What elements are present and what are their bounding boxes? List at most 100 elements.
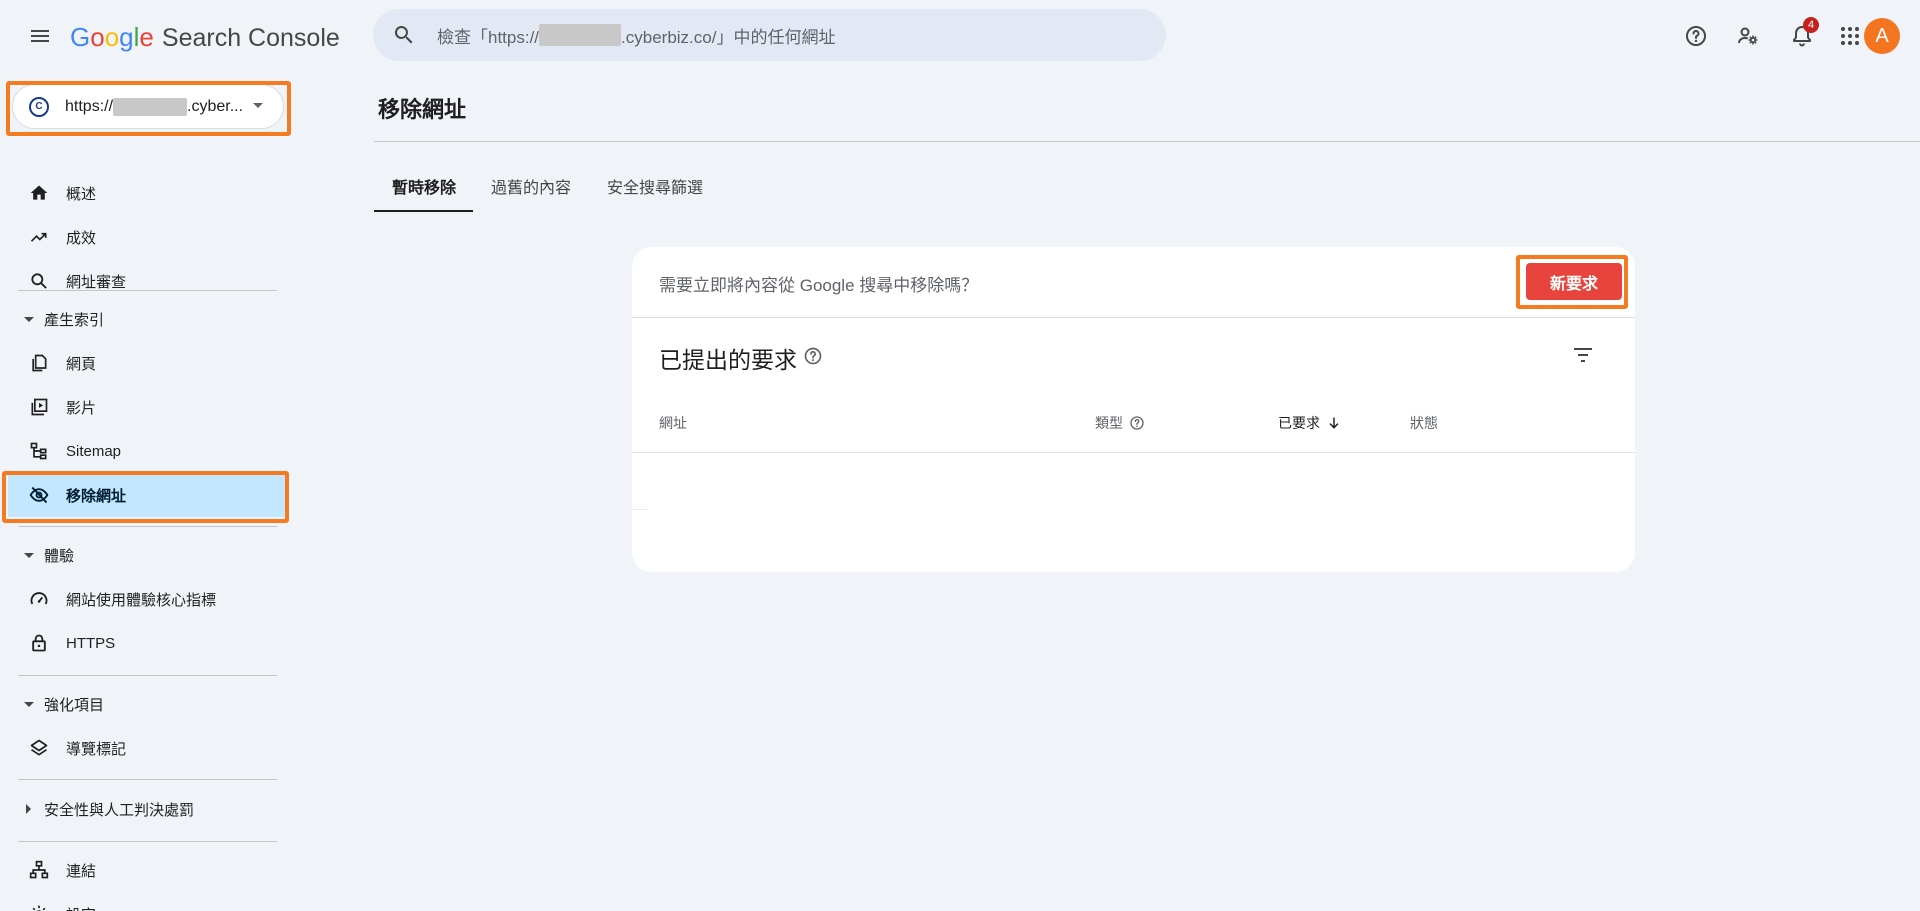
menu-button[interactable]: [20, 16, 60, 56]
table-header-divider: [632, 452, 1635, 453]
sidebar-item-label: 成效: [66, 229, 97, 247]
product-name: Search Console: [161, 24, 340, 52]
sidebar-section-security[interactable]: 安全性與人工判決處罰: [0, 791, 285, 827]
sidebar-divider: [18, 675, 277, 676]
tab-outdated-content[interactable]: 過舊的內容: [473, 160, 589, 212]
search-placeholder-prefix: 檢查「https://: [437, 27, 540, 47]
property-selector[interactable]: C https:// .cyber...: [12, 84, 284, 129]
column-label: 類型: [1095, 415, 1123, 431]
filter-icon: [1574, 348, 1592, 362]
sidebar-divider: [18, 779, 277, 780]
logo-letter: o: [90, 22, 105, 52]
help-button[interactable]: [1676, 16, 1716, 56]
property-url-suffix: .cyber...: [187, 97, 244, 115]
sidebar-item-links[interactable]: 連結: [0, 848, 285, 892]
property-favicon: C: [29, 96, 49, 117]
apps-icon: [1841, 27, 1859, 45]
column-header-url[interactable]: 網址: [659, 413, 687, 433]
sidebar-section-indexing[interactable]: 產生索引: [0, 301, 285, 337]
filter-button[interactable]: [1567, 339, 1599, 371]
sidebar-item-removals[interactable]: 移除網址: [8, 473, 285, 517]
sidebar-item-label: 移除網址: [66, 487, 127, 505]
video-pages-icon: [28, 396, 50, 418]
column-header-status[interactable]: 狀態: [1410, 413, 1438, 433]
sidebar-item-url-inspection[interactable]: 網址審查: [0, 259, 285, 303]
logo-letter: o: [104, 22, 120, 52]
sidebar-item-overview[interactable]: 概述: [0, 171, 285, 215]
chevron-down-icon: [253, 103, 263, 108]
sidebar-item-videos[interactable]: 影片: [0, 385, 285, 429]
google-search-console-logo[interactable]: Google Search Console: [70, 22, 340, 52]
sidebar-section-label: 體驗: [44, 547, 75, 565]
search-placeholder-suffix: .cyberbiz.co/」中的任何網址: [621, 27, 836, 47]
sidebar-item-label: 概述: [66, 185, 97, 203]
sidebar-item-label: 網址審查: [66, 273, 127, 291]
top-app-bar: Google Search Console 檢查「https:// .cyberb…: [0, 0, 1920, 72]
sidebar-item-breadcrumbs[interactable]: 導覽標記: [0, 726, 285, 770]
tab-safesearch-filtering[interactable]: 安全搜尋篩選: [589, 160, 721, 212]
column-header-type[interactable]: 類型: [1095, 413, 1145, 433]
lock-icon: [28, 632, 50, 654]
url-inspection-search-bar[interactable]: 檢查「https:// .cyberbiz.co/」中的任何網址: [373, 9, 1166, 61]
logo-letter: G: [70, 22, 91, 52]
redacted-domain: [539, 24, 622, 46]
sidebar-item-label: Sitemap: [66, 442, 122, 460]
sidebar-item-core-web-vitals[interactable]: 網站使用體驗核心指標: [0, 577, 285, 621]
chevron-down-icon: [24, 701, 34, 707]
redacted-property-domain: [113, 97, 188, 116]
help-icon[interactable]: [1129, 415, 1145, 431]
manage-users-button[interactable]: [1728, 16, 1768, 56]
sidebar-item-https[interactable]: HTTPS: [0, 621, 285, 665]
sidebar-section-label: 強化項目: [44, 696, 105, 714]
sidebar-item-label: 導覽標記: [66, 740, 127, 758]
column-header-requested[interactable]: 已要求: [1278, 413, 1342, 433]
account-avatar[interactable]: A: [1864, 18, 1900, 54]
column-label: 網址: [659, 415, 687, 431]
chevron-down-icon: [24, 552, 34, 558]
sidebar-item-label: 網站使用體驗核心指標: [66, 591, 217, 609]
sidebar-item-settings[interactable]: 設定: [0, 892, 285, 911]
submitted-requests-title: 已提出的要求: [659, 341, 823, 375]
links-icon: [28, 859, 50, 881]
title-divider: [374, 141, 1920, 142]
sidebar-item-performance[interactable]: 成效: [0, 215, 285, 259]
column-label: 已要求: [1278, 415, 1320, 431]
property-url: https:// .cyber...: [65, 97, 244, 116]
sidebar-section-label: 安全性與人工判決處罰: [44, 801, 195, 819]
sidebar: C https:// .cyber... 概述 成效 網址審查 產生索引 網頁 影…: [0, 72, 290, 911]
sitemap-icon: [28, 440, 50, 462]
sidebar-divider: [18, 526, 277, 527]
sidebar-divider: [18, 290, 277, 291]
visibility-off-icon: [28, 484, 50, 506]
arrow-down-icon: [1326, 415, 1342, 431]
home-icon: [28, 182, 50, 204]
removals-tabs: 暫時移除 過舊的內容 安全搜尋篩選: [374, 160, 721, 212]
sidebar-item-label: 網頁: [66, 355, 97, 373]
gear-icon: [28, 903, 50, 911]
sidebar-section-experience[interactable]: 體驗: [0, 537, 285, 573]
notifications-button[interactable]: 4: [1782, 16, 1822, 56]
chevron-right-icon: [26, 804, 31, 814]
sidebar-divider: [18, 841, 277, 842]
new-request-button[interactable]: 新要求: [1526, 263, 1622, 300]
sidebar-item-label: 連結: [66, 862, 97, 880]
sidebar-section-enhancements[interactable]: 強化項目: [0, 686, 285, 722]
pages-icon: [28, 352, 50, 374]
logo-letter: e: [139, 22, 154, 52]
sidebar-item-pages[interactable]: 網頁: [0, 341, 285, 385]
page-title: 移除網址: [378, 97, 467, 122]
help-icon[interactable]: [803, 345, 823, 372]
sidebar-item-sitemaps[interactable]: Sitemap: [0, 429, 285, 473]
sidebar-item-label: 影片: [66, 399, 97, 417]
logo-letter: g: [119, 22, 134, 52]
help-icon: [1686, 26, 1706, 46]
submitted-requests-label: 已提出的要求: [659, 347, 797, 373]
manage-users-icon: [1738, 27, 1758, 45]
chevron-down-icon: [24, 316, 34, 322]
new-request-bar: 需要立即將內容從 Google 搜尋中移除嗎？ 新要求: [632, 247, 1635, 318]
notification-badge: 4: [1803, 17, 1819, 33]
sidebar-section-label: 產生索引: [44, 311, 105, 329]
tab-temporary-removals[interactable]: 暫時移除: [374, 160, 474, 212]
search-placeholder: 檢查「https:// .cyberbiz.co/」中的任何網址: [437, 23, 835, 48]
column-label: 狀態: [1410, 415, 1438, 431]
